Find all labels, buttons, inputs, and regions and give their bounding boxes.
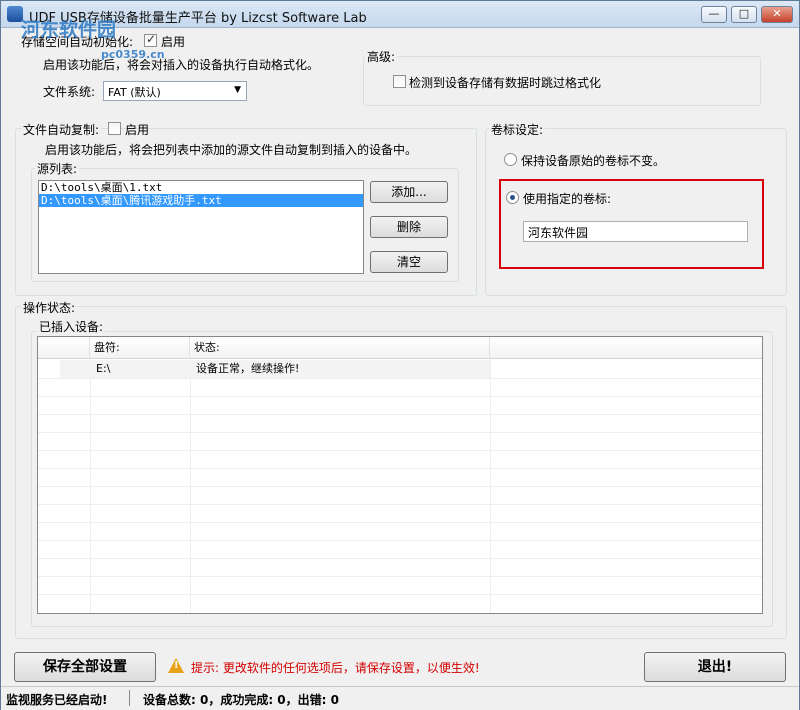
custom-label-text: 使用指定的卷标:: [523, 192, 612, 206]
devices-label: 已插入设备:: [37, 318, 106, 335]
save-settings-button[interactable]: 保存全部设置: [14, 652, 156, 682]
file-copy-enable-label: 启用: [125, 123, 150, 137]
skip-format-checkbox[interactable]: [393, 75, 406, 88]
file-copy-enable-checkbox[interactable]: [108, 122, 121, 135]
format-description: 启用该功能后，将会对插入的设备执行自动格式化。: [43, 58, 320, 72]
keep-original-label: 保持设备原始的卷标不变。: [521, 154, 666, 168]
volume-label-input[interactable]: 河东软件园: [523, 221, 748, 242]
table-header: 盘符: 状态:: [38, 337, 762, 359]
file-copy-description: 启用该功能后，将会把列表中添加的源文件自动复制到插入的设备中。: [45, 143, 418, 157]
add-file-button[interactable]: 添加...: [370, 181, 448, 203]
statusbar-divider: [129, 690, 130, 706]
close-button[interactable]: ✕: [761, 6, 793, 23]
column-header-status[interactable]: 状态:: [190, 337, 490, 359]
state-cell: 设备正常，继续操作!: [196, 362, 300, 375]
table-row[interactable]: E:\ 设备正常，继续操作!: [60, 360, 490, 378]
format-enable-checkbox-label: 启用: [161, 35, 186, 49]
save-hint: 提示: 更改软件的任何选项后，请保存设置，以便生效!: [191, 661, 480, 675]
column-header-drive[interactable]: 盘符:: [90, 337, 190, 359]
column-header-blank[interactable]: [38, 337, 90, 359]
drive-cell: E:\: [96, 362, 111, 375]
format-enable-checkbox[interactable]: [144, 32, 157, 47]
service-status: 监视服务已经启动!: [6, 693, 108, 707]
filesystem-label: 文件系统:: [43, 85, 96, 99]
custom-label-radio[interactable]: [506, 191, 519, 204]
list-item[interactable]: D:\tools\桌面\1.txt: [39, 181, 363, 194]
exit-button[interactable]: 退出!: [644, 652, 786, 682]
status-bar: 监视服务已经启动! 设备总数: 0，成功完成: 0，出错: 0: [1, 686, 799, 710]
source-list-label: 源列表:: [35, 160, 80, 177]
filesystem-value: FAT (默认): [108, 86, 161, 99]
column-header-extra[interactable]: [490, 337, 762, 359]
filesystem-select[interactable]: FAT (默认) ▼: [103, 81, 247, 101]
device-table[interactable]: 盘符: 状态: E:\ 设备正常，继续操作!: [37, 336, 763, 614]
clear-list-button[interactable]: 清空: [370, 251, 448, 273]
delete-file-button[interactable]: 删除: [370, 216, 448, 238]
title-bar[interactable]: UDF USB存储设备批量生产平台 by Lizcst Software Lab…: [1, 1, 799, 28]
main-window: UDF USB存储设备批量生产平台 by Lizcst Software Lab…: [0, 0, 800, 710]
minimize-button[interactable]: —: [701, 6, 727, 23]
maximize-button[interactable]: □: [731, 6, 757, 23]
source-listbox[interactable]: D:\tools\桌面\1.txt D:\tools\桌面\腾讯游戏助手.txt: [38, 180, 364, 274]
volume-label-title: 卷标设定:: [489, 121, 546, 138]
list-item-selected[interactable]: D:\tools\桌面\腾讯游戏助手.txt: [39, 194, 363, 207]
warning-icon: [168, 658, 184, 673]
watermark-logo: 河东软件园: [21, 19, 117, 41]
keep-original-radio[interactable]: [504, 153, 517, 166]
device-stats: 设备总数: 0，成功完成: 0，出错: 0: [143, 693, 339, 707]
advanced-title: 高级:: [365, 48, 398, 65]
file-copy-title: 文件自动复制:: [21, 121, 102, 138]
watermark-url: pc0359.cn: [101, 48, 165, 61]
chevron-down-icon: ▼: [234, 85, 241, 95]
skip-format-label: 检测到设备存储有数据时跳过格式化: [409, 76, 602, 90]
status-title: 操作状态:: [21, 299, 78, 316]
